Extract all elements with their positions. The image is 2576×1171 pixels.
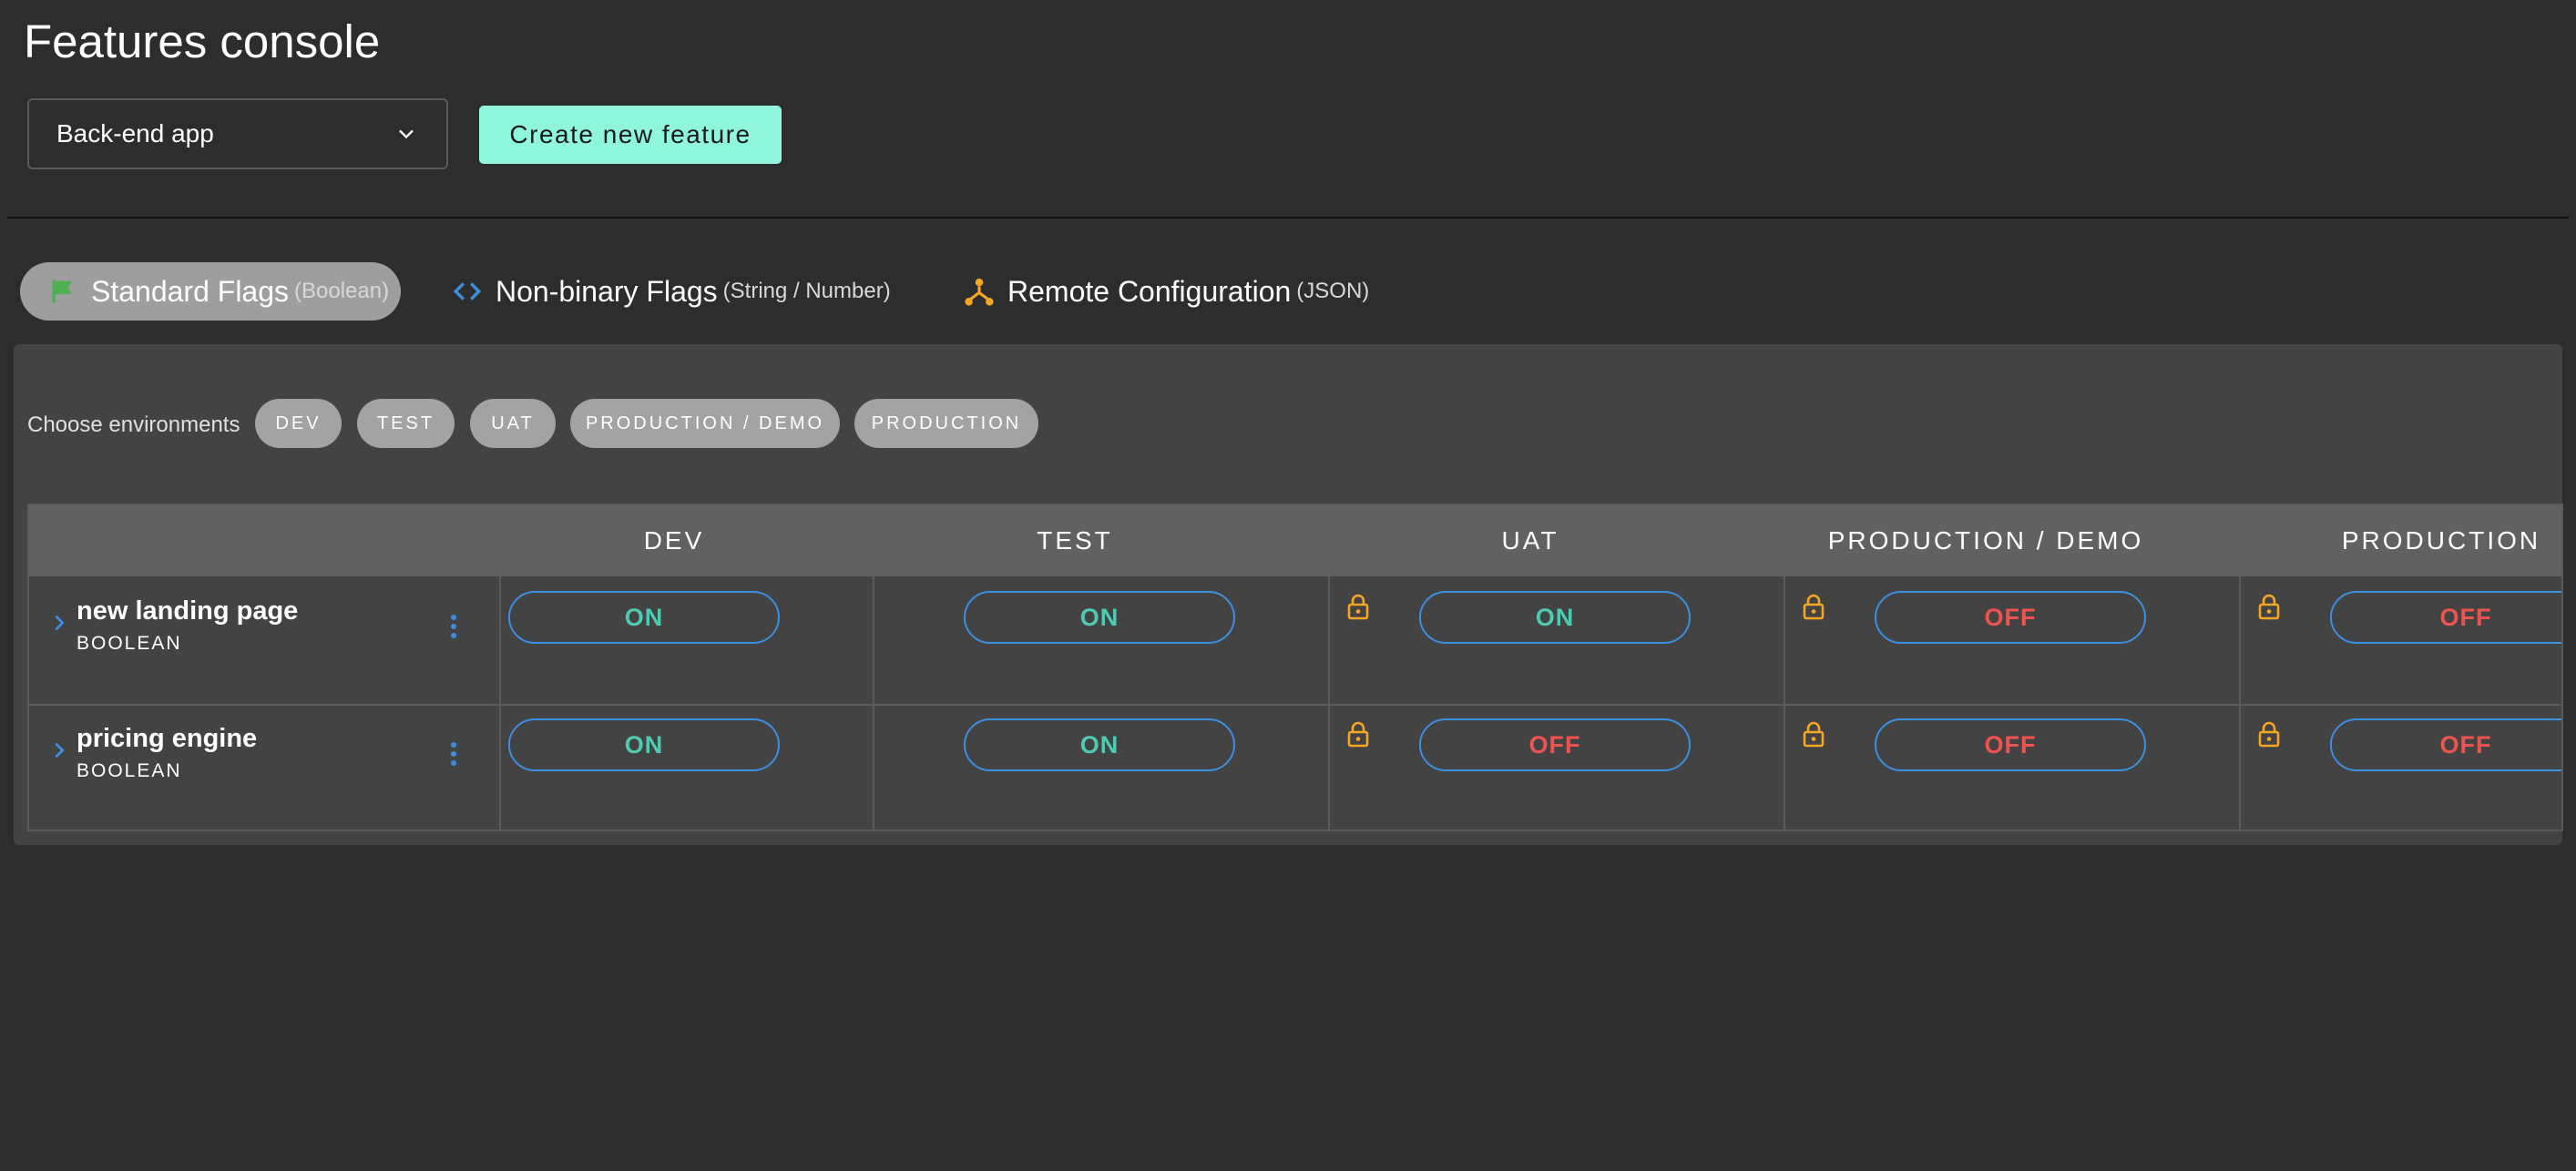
lock-icon [1347, 594, 1369, 620]
toggle-production[interactable]: OFF [2330, 591, 2561, 644]
column-header-production: PRODUCTION [2341, 526, 2541, 555]
lock-icon [1803, 594, 1825, 620]
tab-label: Non-binary Flags [496, 274, 718, 308]
table-row: new landing page BOOLEAN ON ON ON OFF OF… [29, 576, 2561, 704]
table-header: DEV TEST UAT PRODUCTION / DEMO PRODUCTIO… [29, 505, 2561, 576]
toggle-uat[interactable]: OFF [1419, 718, 1691, 771]
more-vert-icon[interactable] [446, 740, 461, 768]
tab-label: Remote Configuration [1007, 274, 1292, 308]
hub-icon [964, 276, 995, 307]
table-row: pricing engine BOOLEAN ON ON OFF OFF OFF [29, 706, 2561, 830]
tab-label: Standard Flags [91, 274, 290, 308]
feature-type: BOOLEAN [77, 633, 182, 654]
env-chip-production[interactable]: PRODUCTION [854, 399, 1038, 448]
lock-icon [2258, 594, 2280, 620]
tab-non-binary-flags[interactable]: Non-binary Flags (String / Number) [452, 262, 891, 321]
column-header-production-demo: PRODUCTION / DEMO [1827, 526, 2144, 555]
tab-remote-configuration[interactable]: Remote Configuration (JSON) [964, 262, 1369, 321]
feature-type: BOOLEAN [77, 760, 182, 781]
column-header-test: TEST [1037, 526, 1113, 555]
app-select-value: Back-end app [56, 119, 214, 148]
lock-icon [1347, 721, 1369, 748]
feature-name: pricing engine [77, 724, 258, 753]
toggle-test[interactable]: ON [964, 718, 1235, 771]
toggle-uat[interactable]: ON [1419, 591, 1691, 644]
features-table: DEV TEST UAT PRODUCTION / DEMO PRODUCTIO… [27, 504, 2563, 831]
lock-icon [2258, 721, 2280, 748]
header-divider [7, 217, 2569, 219]
flag-icon [47, 276, 78, 307]
env-chip-production-demo[interactable]: PRODUCTION / DEMO [570, 399, 840, 448]
chevron-down-icon [399, 129, 414, 139]
column-header-uat: UAT [1501, 526, 1559, 555]
code-icon [452, 276, 483, 307]
create-new-feature-button[interactable]: Create new feature [479, 106, 782, 164]
env-chip-test[interactable]: TEST [357, 399, 455, 448]
more-vert-icon[interactable] [446, 613, 461, 640]
env-chip-uat[interactable]: UAT [470, 399, 556, 448]
env-chip-dev[interactable]: DEV [255, 399, 342, 448]
tab-sublabel: (String / Number) [722, 279, 891, 303]
tab-sublabel: (Boolean) [294, 279, 390, 303]
environments-label: Choose environments [27, 412, 240, 437]
toggle-dev[interactable]: ON [508, 718, 780, 771]
feature-name: new landing page [77, 596, 299, 626]
toggle-production-demo[interactable]: OFF [1875, 718, 2146, 771]
toggle-test[interactable]: ON [964, 591, 1235, 644]
toggle-dev[interactable]: ON [508, 591, 780, 644]
app-select[interactable]: Back-end app [27, 98, 448, 169]
toggle-production[interactable]: OFF [2330, 718, 2561, 771]
tab-sublabel: (JSON) [1296, 279, 1370, 303]
tab-standard-flags[interactable]: Standard Flags (Boolean) [20, 262, 401, 321]
page-title: Features console [24, 15, 381, 67]
toggle-production-demo[interactable]: OFF [1875, 591, 2146, 644]
column-header-dev: DEV [643, 526, 705, 555]
chevron-right-icon[interactable] [49, 740, 69, 760]
chevron-right-icon[interactable] [49, 613, 69, 633]
lock-icon [1803, 721, 1825, 748]
